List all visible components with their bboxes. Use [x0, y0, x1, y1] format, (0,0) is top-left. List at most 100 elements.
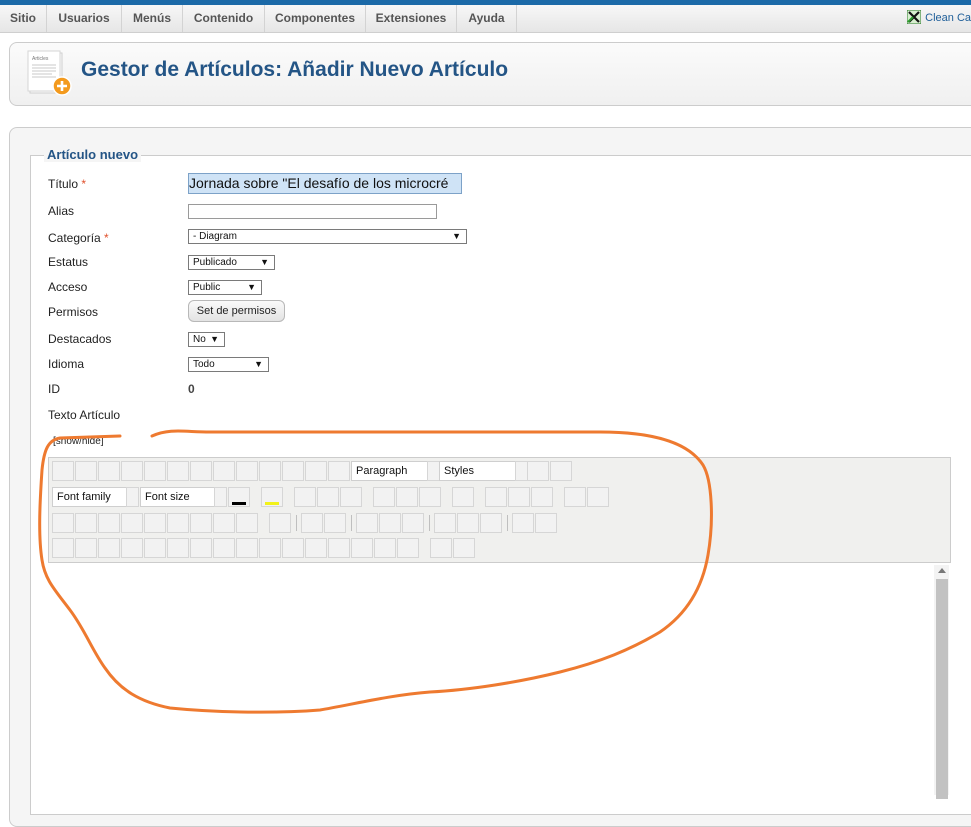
show-hide-toggle[interactable]: [show/hide]	[53, 436, 104, 447]
estatus-label: Estatus	[48, 255, 89, 269]
toolbar-button[interactable]	[236, 513, 258, 533]
main-menu-bar: Sitio Usuarios Menús Contenido Component…	[0, 5, 971, 33]
toolbar-button[interactable]	[167, 461, 189, 481]
dropdown-arrow-icon: ▼	[210, 334, 219, 344]
icon-caption: Articles	[32, 56, 49, 62]
font-family-select[interactable]: Font family	[52, 487, 139, 507]
toolbar-button[interactable]	[282, 461, 304, 481]
toolbar-button[interactable]	[512, 513, 534, 533]
toolbar-button[interactable]	[98, 538, 120, 558]
toolbar-button[interactable]	[564, 487, 586, 507]
toolbar-button[interactable]	[190, 538, 212, 558]
toolbar-button[interactable]	[480, 513, 502, 533]
toolbar-button[interactable]	[213, 538, 235, 558]
font-size-select[interactable]: Font size	[140, 487, 227, 507]
page-title: Gestor de Artículos: Añadir Nuevo Artícu…	[81, 58, 509, 81]
editor-scrollbar[interactable]	[934, 565, 949, 799]
toolbar-button[interactable]	[121, 513, 143, 533]
toolbar-button[interactable]	[379, 513, 401, 533]
toolbar-button[interactable]	[328, 538, 350, 558]
toolbar-button[interactable]	[144, 513, 166, 533]
toolbar-button[interactable]	[282, 538, 304, 558]
toolbar-button[interactable]	[236, 461, 258, 481]
toolbar-button[interactable]	[190, 513, 212, 533]
toolbar-button[interactable]	[144, 538, 166, 558]
toolbar-button[interactable]	[167, 538, 189, 558]
idioma-select[interactable]: Todo ▼	[188, 357, 269, 372]
toolbar-button[interactable]	[294, 487, 316, 507]
toolbar-button[interactable]	[457, 513, 479, 533]
estatus-select[interactable]: Publicado ▼	[188, 255, 275, 270]
toolbar-button[interactable]	[328, 461, 350, 481]
toolbar-button[interactable]	[236, 538, 258, 558]
scroll-up-arrow-icon[interactable]	[938, 568, 946, 573]
toolbar-button[interactable]	[434, 513, 456, 533]
paragraph-format-select[interactable]: Paragraph	[351, 461, 440, 481]
text-color-button[interactable]	[228, 487, 250, 507]
destacados-select[interactable]: No ▼	[188, 332, 225, 347]
menu-extensiones[interactable]: Extensiones	[366, 5, 457, 32]
toolbar-button[interactable]	[402, 513, 424, 533]
toolbar-button[interactable]	[305, 538, 327, 558]
categoria-label: Categoría *	[48, 231, 109, 245]
toolbar-button[interactable]	[259, 538, 281, 558]
toolbar-button[interactable]	[121, 461, 143, 481]
dropdown-arrow-icon: ▼	[452, 231, 461, 241]
acceso-label: Acceso	[48, 280, 88, 294]
acceso-select[interactable]: Public ▼	[188, 280, 262, 295]
toolbar-button[interactable]	[269, 513, 291, 533]
clean-cache-link[interactable]: Clean Ca	[906, 5, 971, 32]
menu-menus[interactable]: Menús	[122, 5, 183, 32]
titulo-input[interactable]: Jornada sobre "El desafío de los microcr…	[188, 173, 462, 194]
toolbar-button[interactable]	[397, 538, 419, 558]
toolbar-button[interactable]	[75, 513, 97, 533]
set-permisos-button[interactable]: Set de permisos	[188, 300, 285, 322]
toolbar-button[interactable]	[396, 487, 418, 507]
toolbar-button[interactable]	[52, 461, 74, 481]
toolbar-button[interactable]	[259, 461, 281, 481]
toolbar-button[interactable]	[508, 487, 530, 507]
toolbar-button[interactable]	[301, 513, 323, 533]
toolbar-button[interactable]	[98, 513, 120, 533]
toolbar-button[interactable]	[527, 461, 549, 481]
editor-content-area[interactable]	[48, 562, 951, 798]
toolbar-button[interactable]	[531, 487, 553, 507]
toolbar-button[interactable]	[430, 538, 452, 558]
toolbar-button[interactable]	[374, 538, 396, 558]
toolbar-button[interactable]	[419, 487, 441, 507]
menu-ayuda[interactable]: Ayuda	[457, 5, 517, 32]
highlight-color-button[interactable]	[261, 487, 283, 507]
categoria-select[interactable]: - Diagram ▼	[188, 229, 467, 244]
alias-input[interactable]	[188, 204, 437, 219]
toolbar-button[interactable]	[144, 461, 166, 481]
toolbar-button[interactable]	[485, 487, 507, 507]
toolbar-button[interactable]	[317, 487, 339, 507]
toolbar-button[interactable]	[121, 538, 143, 558]
toolbar-button[interactable]	[550, 461, 572, 481]
menu-usuarios[interactable]: Usuarios	[47, 5, 122, 32]
toolbar-button[interactable]	[190, 461, 212, 481]
toolbar-button[interactable]	[587, 487, 609, 507]
toolbar-button[interactable]	[167, 513, 189, 533]
toolbar-button[interactable]	[75, 461, 97, 481]
styles-select[interactable]: Styles	[439, 461, 528, 481]
toolbar-button[interactable]	[75, 538, 97, 558]
toolbar-button[interactable]	[305, 461, 327, 481]
toolbar-button[interactable]	[453, 538, 475, 558]
toolbar-button[interactable]	[340, 487, 362, 507]
menu-sitio[interactable]: Sitio	[0, 5, 47, 32]
menu-contenido[interactable]: Contenido	[183, 5, 265, 32]
toolbar-button[interactable]	[351, 538, 373, 558]
toolbar-button[interactable]	[373, 487, 395, 507]
scrollbar-thumb[interactable]	[936, 579, 948, 799]
menu-componentes[interactable]: Componentes	[265, 5, 366, 32]
toolbar-button[interactable]	[213, 513, 235, 533]
toolbar-button[interactable]	[52, 538, 74, 558]
toolbar-button[interactable]	[535, 513, 557, 533]
toolbar-button[interactable]	[356, 513, 378, 533]
toolbar-button[interactable]	[213, 461, 235, 481]
toolbar-button[interactable]	[52, 513, 74, 533]
toolbar-button[interactable]	[452, 487, 474, 507]
toolbar-button[interactable]	[324, 513, 346, 533]
toolbar-button[interactable]	[98, 461, 120, 481]
